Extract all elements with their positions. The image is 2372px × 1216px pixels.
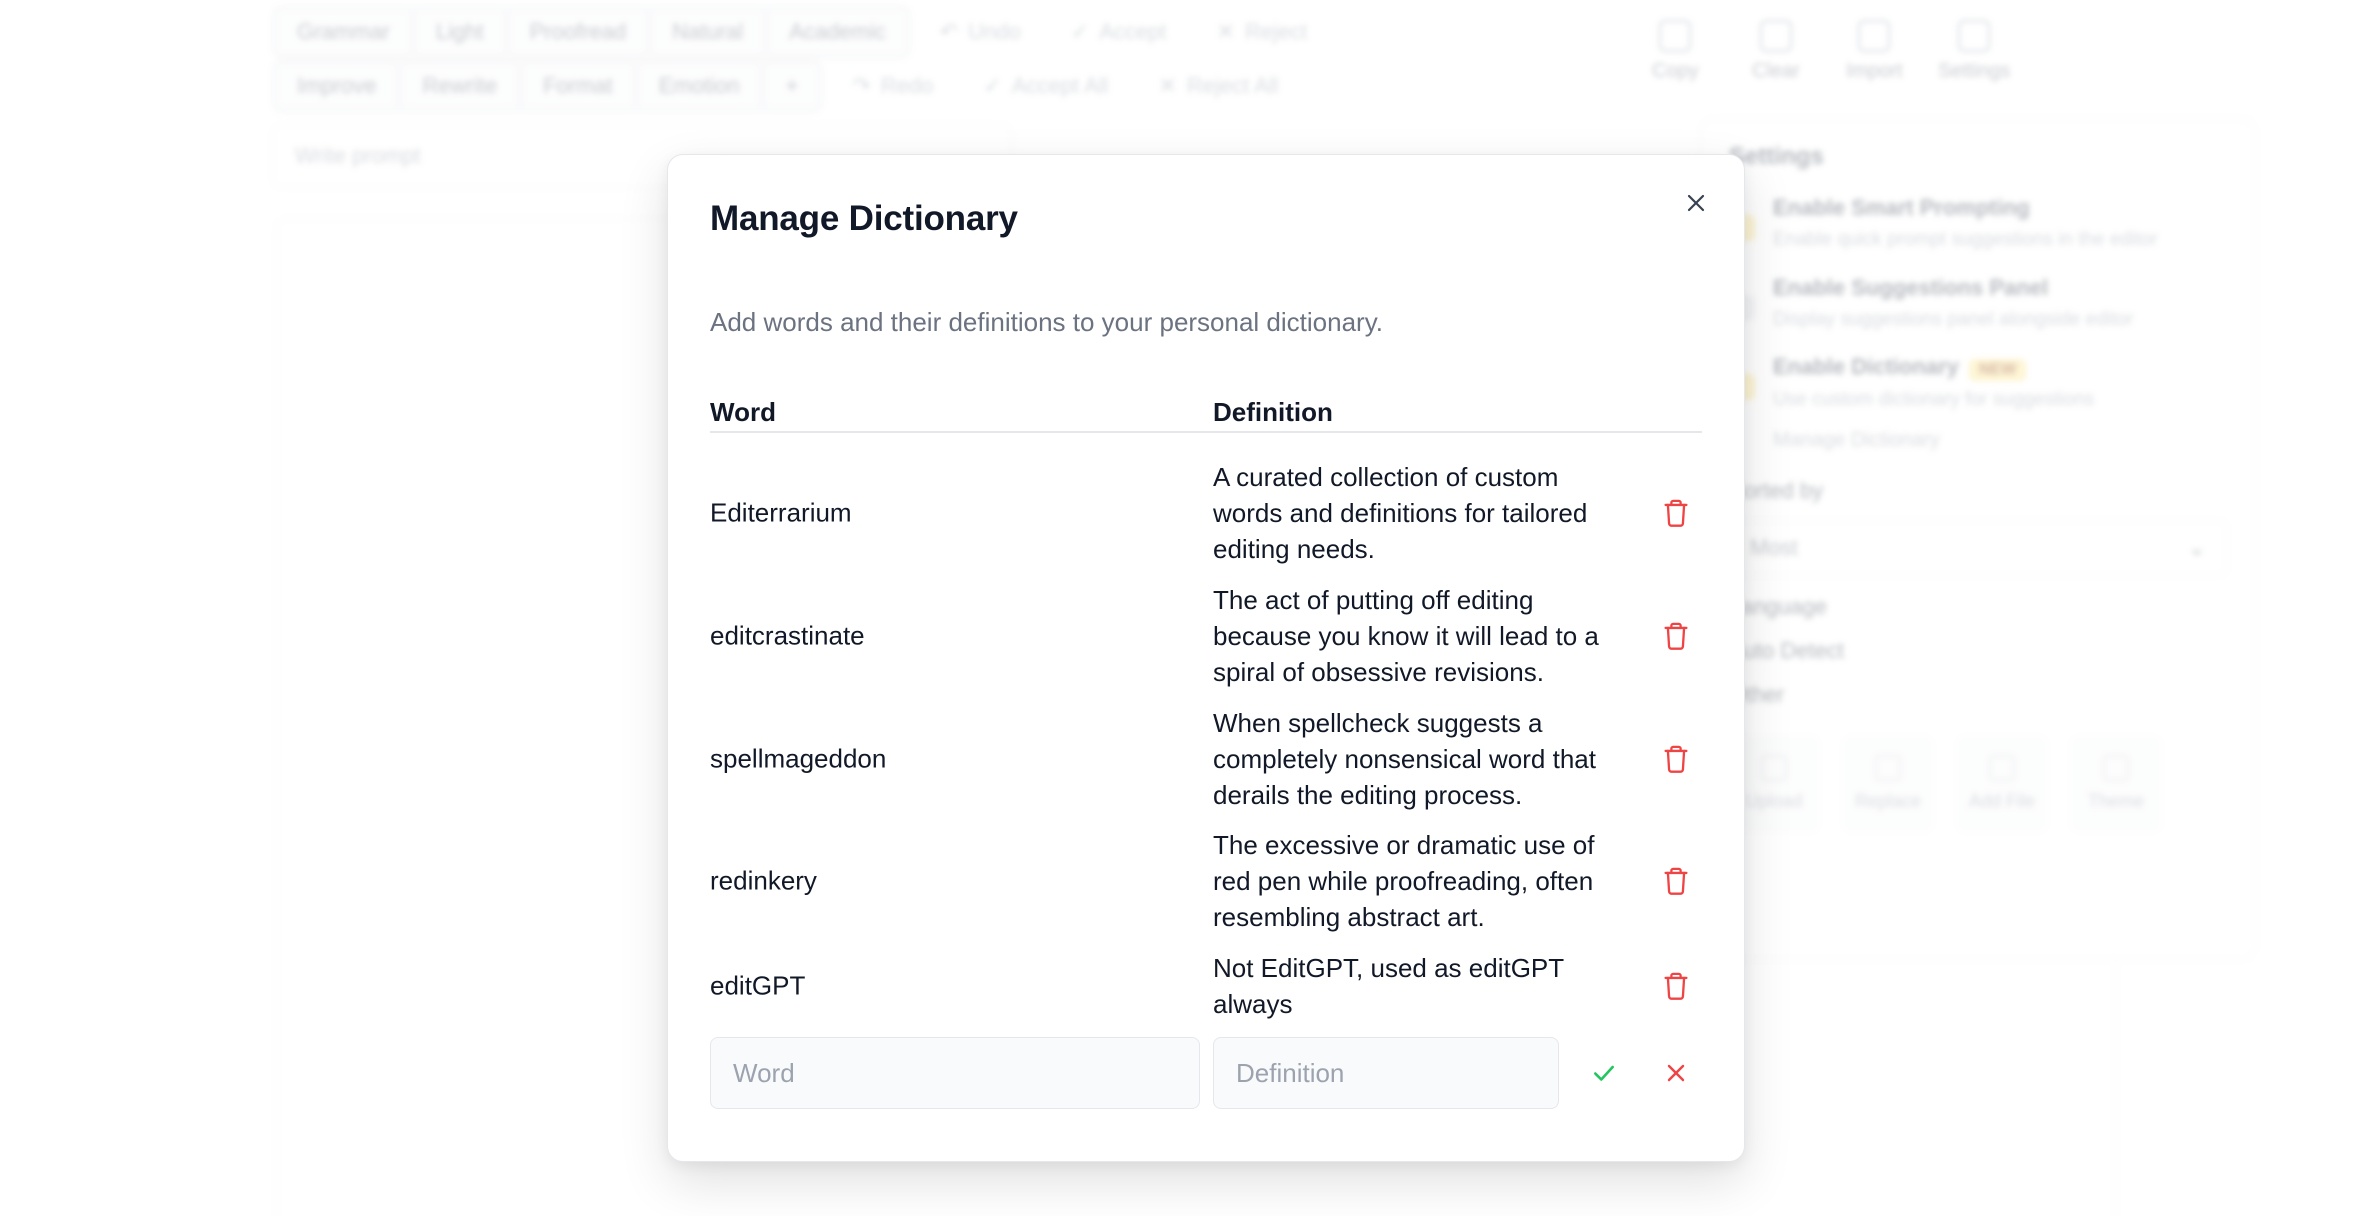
- entry-word: spellmageddon: [710, 743, 887, 774]
- new-entry-row: [710, 1037, 1702, 1109]
- entry-word: editGPT: [710, 970, 806, 1001]
- delete-entry-button[interactable]: [1658, 618, 1694, 654]
- trash-icon: [1664, 867, 1688, 895]
- entry-definition: Not EditGPT, used as editGPT always: [1213, 953, 1564, 1019]
- manage-dictionary-dialog: Manage Dictionary Add words and their de…: [667, 154, 1745, 1162]
- close-button[interactable]: [1678, 185, 1714, 221]
- word-input[interactable]: [710, 1037, 1200, 1109]
- entry-word: editcrastinate: [710, 620, 865, 651]
- delete-entry-button[interactable]: [1658, 968, 1694, 1004]
- entry-definition: A curated collection of custom words and…: [1213, 462, 1588, 564]
- x-icon: [1667, 1064, 1685, 1082]
- dialog-title: Manage Dictionary: [710, 199, 1018, 238]
- trash-icon: [1664, 972, 1688, 1000]
- close-icon: [1687, 194, 1705, 212]
- table-row: editcrastinate The act of putting off ed…: [710, 582, 1702, 690]
- trash-icon: [1664, 622, 1688, 650]
- entry-word: Editerrarium: [710, 497, 852, 528]
- table-row: spellmageddon When spellcheck suggests a…: [710, 705, 1702, 813]
- delete-entry-button[interactable]: [1658, 741, 1694, 777]
- dialog-description: Add words and their definitions to your …: [710, 307, 1384, 337]
- cancel-add-button[interactable]: [1658, 1055, 1694, 1091]
- confirm-add-button[interactable]: [1586, 1055, 1622, 1091]
- entry-definition: The act of putting off editing because y…: [1213, 585, 1599, 687]
- delete-entry-button[interactable]: [1658, 495, 1694, 531]
- delete-entry-button[interactable]: [1658, 863, 1694, 899]
- trash-icon: [1664, 499, 1688, 527]
- table-row: redinkery The excessive or dramatic use …: [710, 827, 1702, 935]
- column-header-word: Word: [710, 397, 776, 427]
- definition-input[interactable]: [1213, 1037, 1559, 1109]
- table-row: editGPT Not EditGPT, used as editGPT alw…: [710, 950, 1702, 1022]
- check-icon: [1594, 1065, 1614, 1081]
- column-header-definition: Definition: [1213, 397, 1333, 427]
- table-row: Editerrarium A curated collection of cus…: [710, 459, 1702, 567]
- entry-definition: The excessive or dramatic use of red pen…: [1213, 830, 1595, 932]
- entry-definition: When spellcheck suggests a completely no…: [1213, 708, 1596, 810]
- entry-word: redinkery: [710, 865, 817, 896]
- trash-icon: [1664, 745, 1688, 773]
- table-header: Word Definition: [710, 397, 1702, 433]
